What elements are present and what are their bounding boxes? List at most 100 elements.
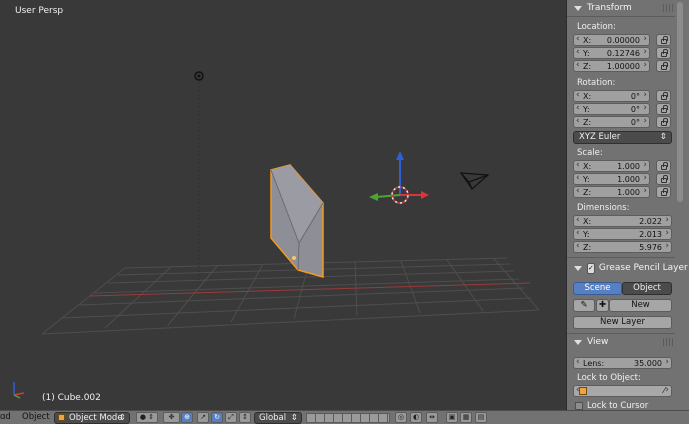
perspective-label: User Persp xyxy=(15,6,64,16)
plus-icon[interactable]: ✚ xyxy=(596,299,609,312)
render-preview-icon[interactable]: ▣ xyxy=(446,412,458,423)
field-axis: X: xyxy=(583,92,592,101)
drag-handle-icon[interactable] xyxy=(663,338,673,346)
tab-object[interactable]: Object xyxy=(622,282,672,295)
layer-lock-icon[interactable]: ◎ xyxy=(395,412,407,423)
divider xyxy=(567,16,675,17)
grease-pencil-header[interactable]: ✓ Grease Pencil Layer xyxy=(567,261,688,275)
snap-element-icon[interactable]: ⇹ xyxy=(426,412,438,423)
camera-render-icon[interactable]: ▦ xyxy=(460,412,472,423)
orientation-dropdown[interactable]: Global ⇕ xyxy=(254,412,302,424)
lock-scale-y-icon[interactable] xyxy=(656,173,671,185)
lock-scale-z-icon[interactable] xyxy=(656,186,671,198)
drag-handle-icon[interactable] xyxy=(663,4,673,12)
rotation-x-field[interactable]: X: 0° xyxy=(573,90,650,102)
field-value: 1.000 xyxy=(617,162,640,171)
collapse-triangle-icon[interactable] xyxy=(574,265,582,271)
rotation-z-field[interactable]: Z: 0° xyxy=(573,116,650,128)
field-value: 0° xyxy=(630,105,640,114)
transform-gizmo xyxy=(369,151,429,204)
opengl-render-icon[interactable]: ▤ xyxy=(475,412,487,423)
scale-y-field[interactable]: Y: 1.000 xyxy=(573,173,650,185)
divider xyxy=(567,257,675,258)
lock-cursor-checkbox[interactable] xyxy=(575,402,583,410)
normal-icon[interactable]: ↕ xyxy=(239,412,251,423)
lock-rotation-y-icon[interactable] xyxy=(656,103,671,115)
tab-scene[interactable]: Scene xyxy=(573,282,622,295)
field-value: 5.976 xyxy=(639,243,662,252)
field-axis: Y: xyxy=(583,230,590,239)
lock-rotation-z-icon[interactable] xyxy=(656,116,671,128)
dimension-z-field[interactable]: Z: 5.976 xyxy=(573,241,672,253)
pivot-point-icon[interactable]: ✥ xyxy=(163,412,180,423)
lock-location-x-icon[interactable] xyxy=(656,34,671,46)
lens-field[interactable]: Lens: 35.000 xyxy=(573,357,672,369)
dimension-y-field[interactable]: Y: 2.013 xyxy=(573,228,672,240)
dimension-x-field[interactable]: X: 2.022 xyxy=(573,215,672,227)
floor-grid xyxy=(41,257,540,335)
scale-x-field[interactable]: X: 1.000 xyxy=(573,160,650,172)
lock-to-object-label: Lock to Object: xyxy=(577,373,641,383)
viewport-header[interactable]: ɑd Object Object Mode ⇕ ● ⇕ ✥ ⊕ ↗ ↻ ⤢ ↕ … xyxy=(0,410,689,424)
transform-header[interactable]: Transform xyxy=(567,1,675,15)
new-layer-button[interactable]: New Layer xyxy=(573,316,672,329)
field-axis: Z: xyxy=(583,243,592,252)
location-x-field[interactable]: X: 0.00000 xyxy=(573,34,650,46)
location-label: Location: xyxy=(577,22,616,32)
field-axis: Z: xyxy=(583,62,592,71)
pencil-icon[interactable]: ✎ xyxy=(573,299,595,312)
rotation-label: Rotation: xyxy=(577,78,616,88)
lock-location-y-icon[interactable] xyxy=(656,47,671,59)
3d-viewport[interactable]: User Persp (1) Cube.002 xyxy=(0,0,566,410)
proportional-edit-icon[interactable]: ◐ xyxy=(410,412,422,423)
lock-object-field[interactable]: ⁄ xyxy=(573,385,672,397)
field-value: 0.12746 xyxy=(606,49,640,58)
view-menu[interactable]: ɑd xyxy=(0,412,11,424)
rotation-y-field[interactable]: Y: 0° xyxy=(573,103,650,115)
updown-arrows-icon: ⇕ xyxy=(290,413,298,423)
checkbox-icon[interactable]: ✓ xyxy=(587,262,595,274)
scale-label: Scale: xyxy=(577,148,603,158)
properties-panel[interactable]: Transform Location: X:0.00000 Y:0.12746 … xyxy=(566,0,689,410)
view-title: View xyxy=(587,337,609,347)
new-grease-button[interactable]: New xyxy=(609,299,672,312)
field-axis: Z: xyxy=(583,188,592,197)
lock-location-z-icon[interactable] xyxy=(656,60,671,72)
layer-buttons[interactable] xyxy=(306,413,390,423)
location-z-field[interactable]: Z: 1.00000 xyxy=(573,60,650,72)
lock-rotation-x-icon[interactable] xyxy=(656,90,671,102)
viewport-scene xyxy=(13,71,540,399)
panel-scrollbar[interactable] xyxy=(677,2,683,202)
field-value: 0° xyxy=(630,118,640,127)
field-value: 0.00000 xyxy=(606,36,640,45)
mode-dropdown[interactable]: Object Mode ⇕ xyxy=(54,412,130,424)
updown-arrows-icon: ⇕ xyxy=(118,413,126,423)
lock-scale-x-icon[interactable] xyxy=(656,160,671,172)
lamp-icon xyxy=(194,71,204,81)
view-header[interactable]: View xyxy=(567,335,675,349)
field-axis: Y: xyxy=(583,105,590,114)
divider xyxy=(567,333,675,334)
field-value: 0° xyxy=(630,92,640,101)
field-axis: X: xyxy=(583,217,592,226)
field-axis: Lens: xyxy=(583,359,605,368)
collapse-triangle-icon[interactable] xyxy=(574,5,582,11)
eyedropper-icon[interactable]: ⁄ xyxy=(664,386,665,395)
scale-z-field[interactable]: Z: 1.000 xyxy=(573,186,650,198)
field-value: 1.000 xyxy=(617,188,640,197)
rotation-mode-value: XYZ Euler xyxy=(579,132,621,142)
scale-icon[interactable]: ⤢ xyxy=(225,412,237,423)
location-y-field[interactable]: Y: 0.12746 xyxy=(573,47,650,59)
collapse-triangle-icon[interactable] xyxy=(574,339,582,345)
field-value: 1.00000 xyxy=(606,62,640,71)
field-axis: X: xyxy=(583,36,592,45)
viewport-shading-icon[interactable]: ● ⇕ xyxy=(136,412,158,423)
object-menu[interactable]: Object xyxy=(22,412,50,424)
rotate-icon[interactable]: ↻ xyxy=(211,412,223,423)
rotation-mode-dropdown[interactable]: XYZ Euler ⇕ xyxy=(573,131,672,144)
field-value: 1.000 xyxy=(617,175,640,184)
translate-icon[interactable]: ↗ xyxy=(197,412,209,423)
field-axis: Y: xyxy=(583,175,590,184)
manipulator-toggle-icon[interactable]: ⊕ xyxy=(181,412,193,423)
field-value: 2.022 xyxy=(639,217,662,226)
